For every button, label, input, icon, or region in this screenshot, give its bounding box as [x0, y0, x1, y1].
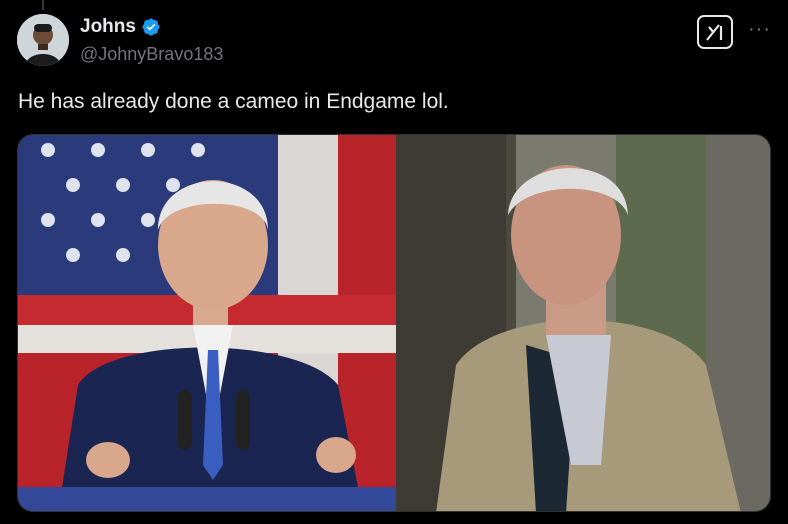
grok-icon: [706, 24, 723, 41]
avatar-person-icon: [17, 14, 69, 66]
photo-elderly-man-in-jacket[interactable]: [396, 135, 770, 511]
photo-politician-at-podium[interactable]: [18, 135, 396, 511]
avatar[interactable]: [17, 14, 69, 66]
user-name-row: Johns: [80, 16, 161, 38]
thread-connector-line: [42, 0, 44, 10]
user-name[interactable]: Johns: [80, 16, 136, 38]
more-options-button[interactable]: ···: [748, 18, 771, 41]
verified-badge-icon: [142, 18, 160, 36]
tweet-text: He has already done a cameo in Endgame l…: [18, 90, 449, 113]
grok-button[interactable]: [697, 15, 733, 49]
user-handle[interactable]: @JohnyBravo183: [80, 44, 223, 65]
tweet-media[interactable]: [17, 134, 771, 512]
